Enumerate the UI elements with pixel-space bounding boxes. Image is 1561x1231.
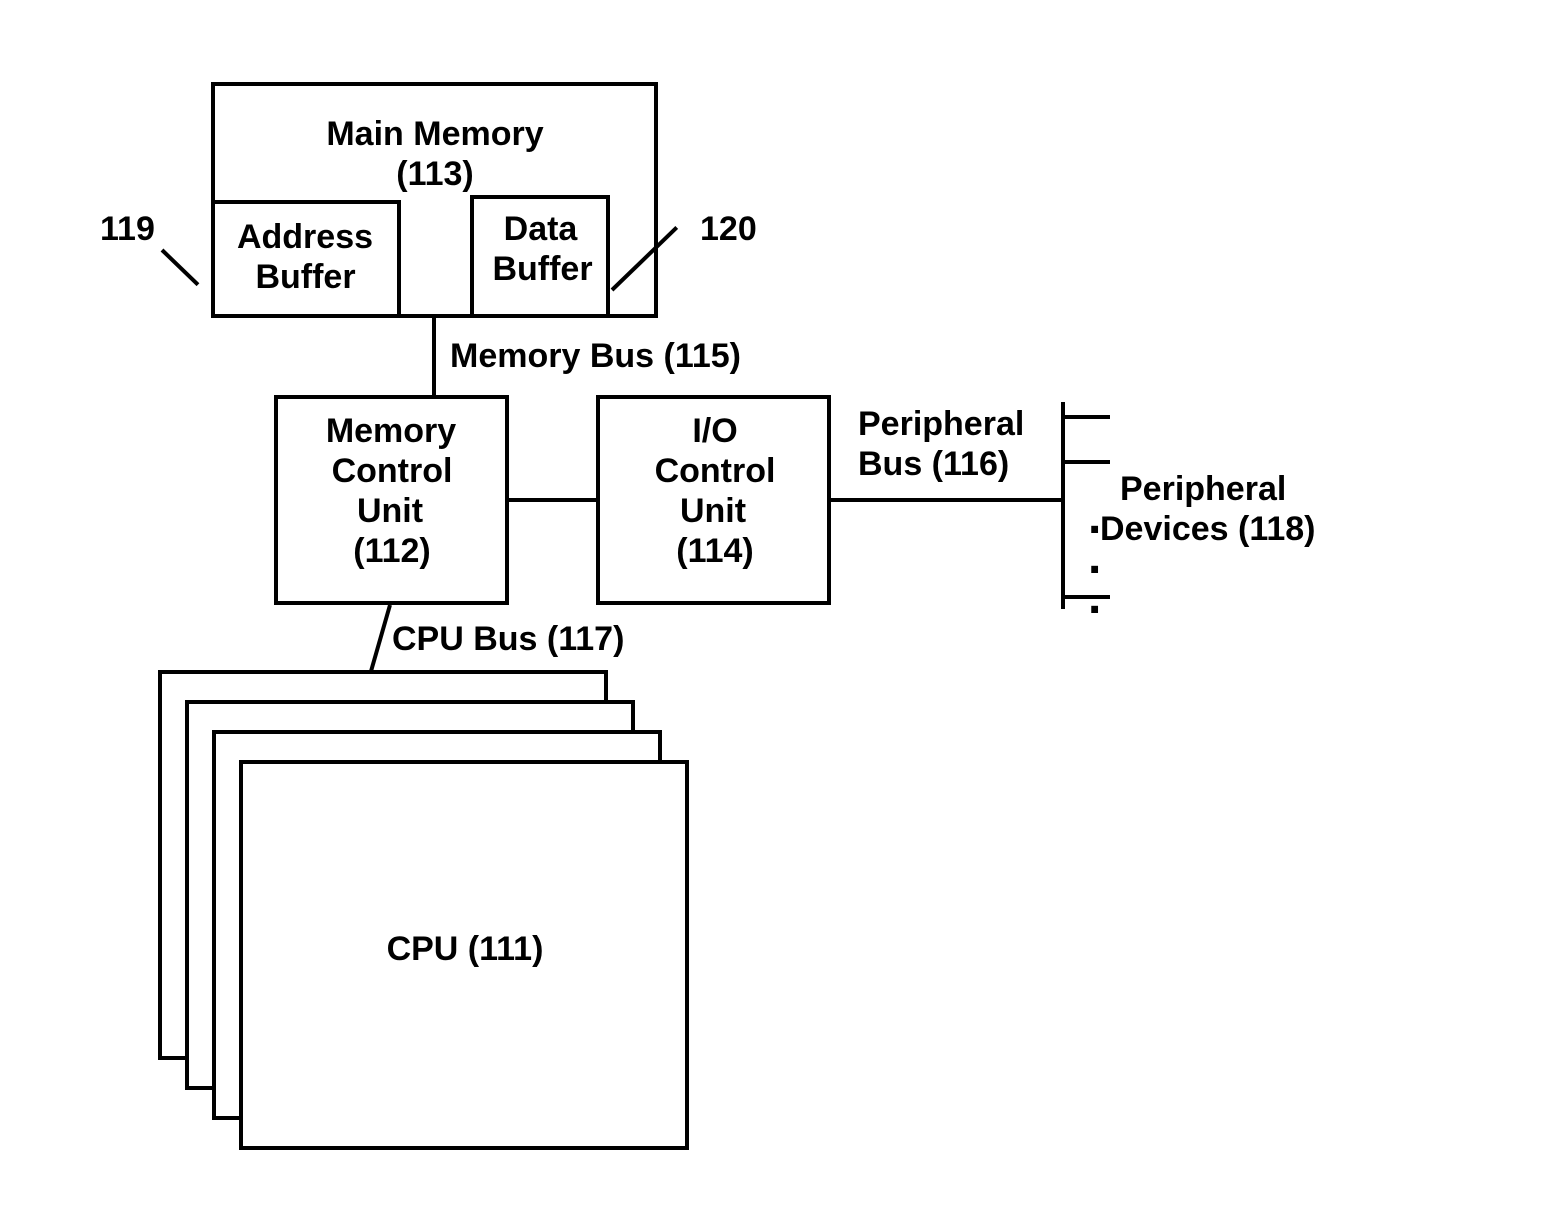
mcu-l1: Memory xyxy=(316,412,466,451)
peripheral-dot-3: . xyxy=(1088,570,1101,625)
peripheral-devices-l1: Peripheral xyxy=(1120,470,1286,509)
peripheral-branch-2 xyxy=(1065,460,1110,464)
mcu-l2: Control xyxy=(322,452,462,491)
peripheral-devices-l2: Devices (118) xyxy=(1100,510,1316,549)
diagram-canvas: Main Memory (113) Address Buffer Data Bu… xyxy=(0,0,1561,1231)
iocu-l4: (114) xyxy=(665,532,765,571)
peripheral-bus-l1: Peripheral xyxy=(858,405,1024,444)
ref-119-label: 119 xyxy=(100,210,155,249)
ref-119-leader xyxy=(161,249,200,287)
data-buffer-l2: Buffer xyxy=(485,250,600,289)
peripheral-branch-1 xyxy=(1065,415,1110,419)
mcu-to-iocu-line xyxy=(509,498,596,502)
iocu-l1: I/O xyxy=(680,412,750,451)
peripheral-bus-vertical xyxy=(1061,402,1065,609)
main-memory-label-l1: Main Memory xyxy=(310,115,560,154)
mcu-l4: (112) xyxy=(342,532,442,571)
main-memory-label-l2: (113) xyxy=(370,155,500,194)
memory-bus-line xyxy=(432,318,436,395)
mcu-l3: Unit xyxy=(350,492,430,531)
memory-bus-label: Memory Bus (115) xyxy=(450,337,741,376)
cpu-label: CPU (111) xyxy=(355,930,575,969)
iocu-l2: Control xyxy=(645,452,785,491)
data-buffer-l1: Data xyxy=(498,210,583,249)
ref-120-label: 120 xyxy=(700,210,757,249)
address-buffer-l1: Address xyxy=(230,218,380,257)
cpu-bus-label: CPU Bus (117) xyxy=(392,620,624,659)
address-buffer-l2: Buffer xyxy=(248,258,363,297)
peripheral-bus-l2: Bus (116) xyxy=(858,445,1009,484)
iocu-to-pbus-line xyxy=(831,498,1061,502)
iocu-l3: Unit xyxy=(673,492,753,531)
